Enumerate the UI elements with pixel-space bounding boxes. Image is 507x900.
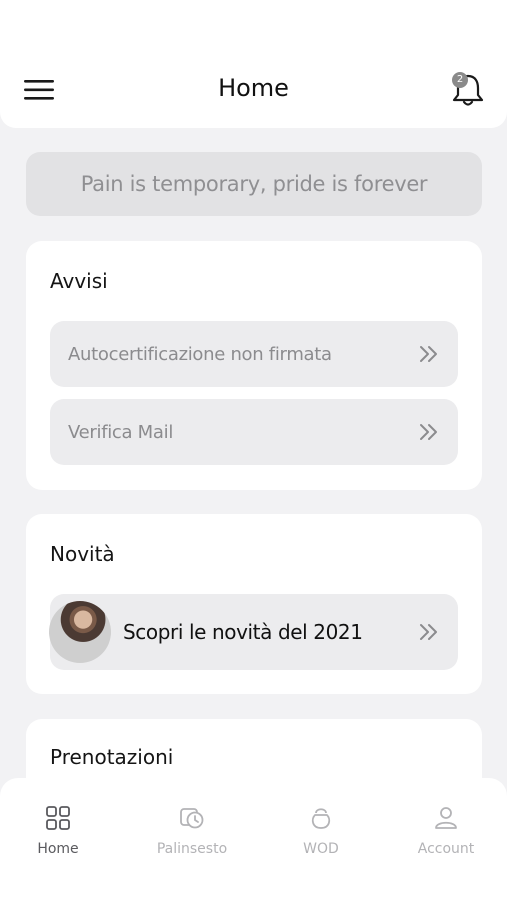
- page-title: Home: [218, 74, 289, 102]
- avviso-row-verifica-mail[interactable]: Verifica Mail: [50, 399, 458, 465]
- motto-banner: Pain is temporary, pride is forever: [26, 152, 482, 216]
- grid-icon: [46, 806, 70, 830]
- nav-wod[interactable]: WOD: [271, 804, 371, 857]
- nav-home[interactable]: Home: [8, 804, 108, 857]
- news-avatar-image: [49, 601, 111, 663]
- avviso-label: Autocertificazione non firmata: [68, 343, 332, 365]
- notification-count-badge: 2: [452, 72, 468, 88]
- nav-label: WOD: [303, 841, 339, 857]
- nav-account[interactable]: Account: [396, 804, 496, 857]
- home-screen: Home 2 Pain is temporary, pride is forev…: [0, 0, 507, 900]
- nav-label: Home: [37, 841, 79, 857]
- user-icon: [435, 807, 457, 829]
- double-chevron-right-icon: [418, 420, 442, 444]
- nav-label: Account: [417, 841, 475, 857]
- notifications-button[interactable]: 2: [448, 70, 488, 108]
- prenotazioni-title: Prenotazioni: [50, 745, 174, 769]
- bottom-navigation: Home Palinsesto WOD Account: [0, 778, 507, 900]
- kettlebell-icon: [311, 808, 331, 829]
- novita-card: Novità Scopri le novità del 2021: [26, 514, 482, 694]
- double-chevron-right-icon: [418, 620, 442, 644]
- nav-palinsesto[interactable]: Palinsesto: [142, 804, 242, 857]
- novita-label: Scopri le novità del 2021: [123, 620, 363, 644]
- novita-title: Novità: [50, 542, 115, 566]
- app-header: Home 2: [0, 0, 507, 128]
- avviso-row-autocertificazione[interactable]: Autocertificazione non firmata: [50, 321, 458, 387]
- nav-label: Palinsesto: [156, 841, 228, 857]
- double-chevron-right-icon: [418, 342, 442, 366]
- calendar-clock-icon: [180, 808, 204, 829]
- novita-row[interactable]: Scopri le novità del 2021: [49, 594, 458, 670]
- avvisi-card: Avvisi Autocertificazione non firmata Ve…: [26, 241, 482, 490]
- avvisi-title: Avvisi: [50, 269, 108, 293]
- avviso-label: Verifica Mail: [68, 421, 174, 443]
